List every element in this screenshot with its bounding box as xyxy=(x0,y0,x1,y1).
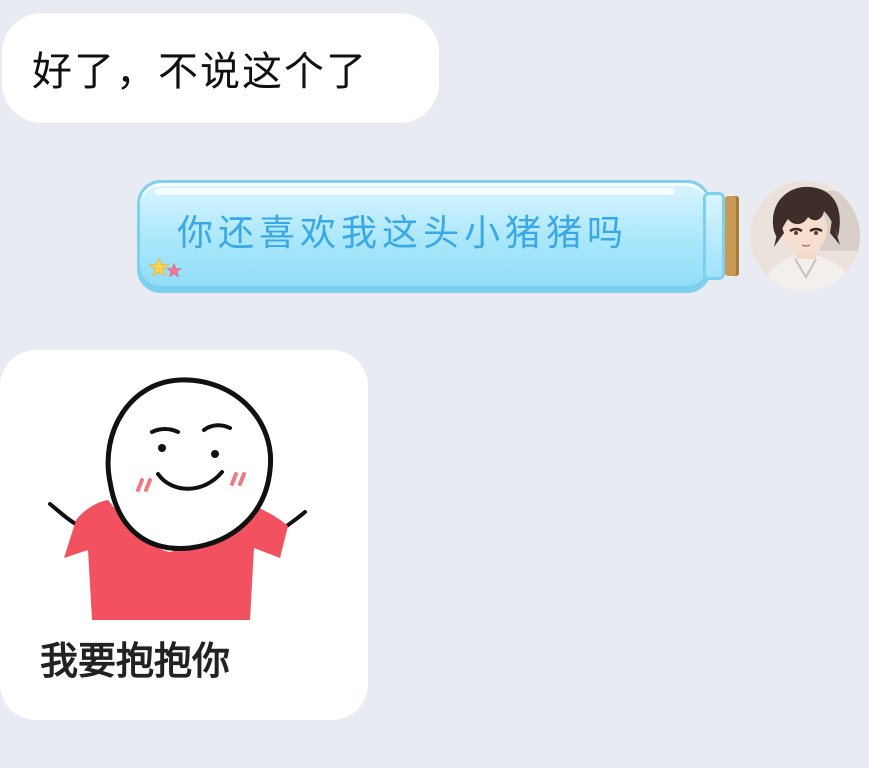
bottle-shine xyxy=(155,188,675,195)
bottle-cork xyxy=(725,196,739,276)
stars-decoration-icon xyxy=(148,256,182,278)
bottle-neck xyxy=(703,192,725,280)
outgoing-message-bubble[interactable]: 你还喜欢我这头小猪猪吗 xyxy=(137,180,739,293)
outgoing-message-text: 你还喜欢我这头小猪猪吗 xyxy=(177,213,629,254)
incoming-message-text: 好了，不说这个了 xyxy=(32,49,368,95)
anime-boy-avatar-icon xyxy=(750,181,860,291)
sticker-caption: 我要抱抱你 xyxy=(40,639,231,683)
incoming-message-bubble[interactable]: 好了，不说这个了 xyxy=(2,13,439,123)
avatar[interactable] xyxy=(750,181,860,291)
hug-sticker-image xyxy=(48,377,307,620)
sticker-message[interactable]: 我要抱抱你 xyxy=(0,350,368,720)
